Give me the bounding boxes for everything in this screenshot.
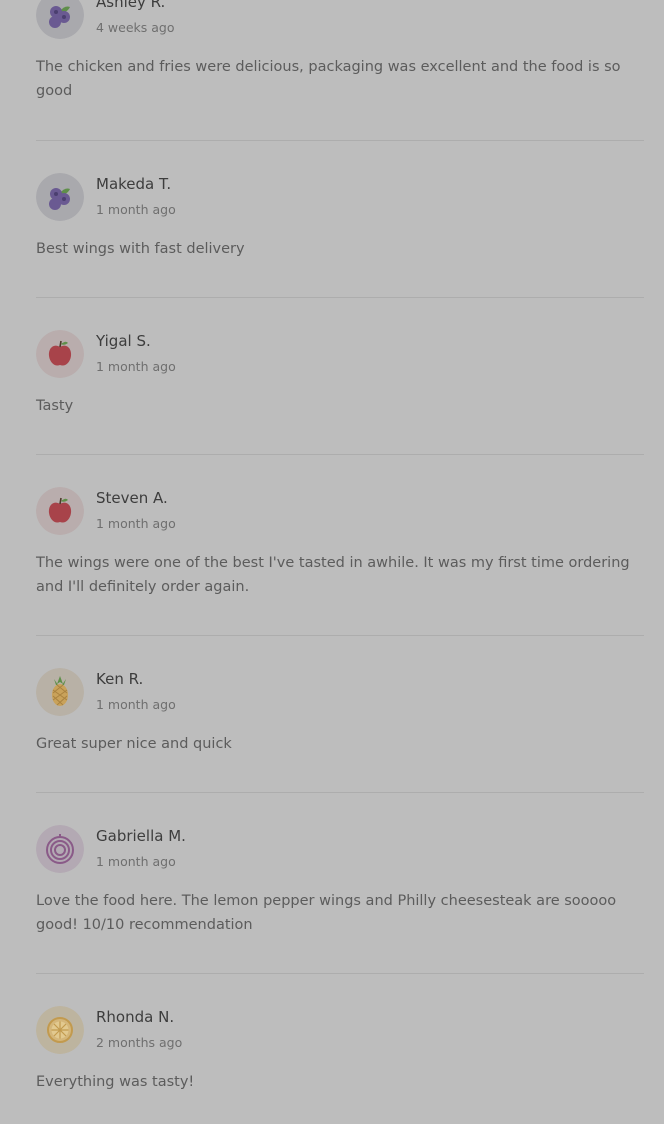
reviewer-name: Yigal S. (96, 332, 151, 350)
pineapple-icon (36, 668, 84, 716)
review-item: Ashley R. 4 weeks ago The chicken and fr… (36, 0, 644, 111)
review-text: Great super nice and quick (36, 736, 232, 752)
review-time: 1 month ago (96, 854, 176, 869)
review-time: 1 month ago (96, 516, 176, 531)
avatar (36, 487, 84, 535)
review-item: Makeda T. 1 month ago Best wings with fa… (36, 173, 644, 273)
review-time: 4 weeks ago (96, 20, 175, 35)
reviewer-name: Ken R. (96, 670, 144, 688)
review-time: 2 months ago (96, 1035, 183, 1050)
review-text: Love the food here. The lemon pepper win… (36, 893, 617, 933)
review-item: Rhonda N. 2 months ago Everything was ta… (36, 1006, 644, 1106)
reviewer-name: Ashley R. (96, 0, 166, 11)
avatar (36, 668, 84, 716)
reviewer-name: Rhonda N. (96, 1008, 175, 1026)
onion-icon (36, 825, 84, 873)
apple-icon (36, 487, 84, 535)
reviews-list: Ashley R. 4 weeks ago The chicken and fr… (0, 0, 664, 1124)
blueberry-icon (36, 173, 84, 221)
review-text: The chicken and fries were delicious, pa… (36, 59, 621, 99)
review-item: Steven A. 1 month ago The wings were one… (36, 487, 644, 607)
apple-icon (36, 330, 84, 378)
avatar (36, 330, 84, 378)
avatar (36, 825, 84, 873)
blueberry-icon (36, 0, 84, 39)
reviewer-name: Steven A. (96, 489, 168, 507)
divider (36, 140, 644, 141)
divider (36, 635, 644, 636)
review-time: 1 month ago (96, 697, 176, 712)
review-time: 1 month ago (96, 202, 176, 217)
divider (36, 454, 644, 455)
review-text: The wings were one of the best I've tast… (36, 555, 630, 595)
avatar (36, 0, 84, 39)
citrus-icon (36, 1006, 84, 1054)
reviewer-name: Gabriella M. (96, 827, 186, 845)
avatar (36, 1006, 84, 1054)
review-item: Yigal S. 1 month ago Tasty (36, 330, 644, 430)
review-text: Best wings with fast delivery (36, 241, 245, 257)
review-text: Tasty (36, 398, 74, 414)
review-item: Ken R. 1 month ago Great super nice and … (36, 668, 644, 768)
divider (36, 792, 644, 793)
reviewer-name: Makeda T. (96, 175, 172, 193)
divider (36, 297, 644, 298)
review-time: 1 month ago (96, 359, 176, 374)
review-item: Gabriella M. 1 month ago Love the food h… (36, 825, 644, 945)
avatar (36, 173, 84, 221)
divider (36, 973, 644, 974)
review-text: Everything was tasty! (36, 1074, 195, 1090)
